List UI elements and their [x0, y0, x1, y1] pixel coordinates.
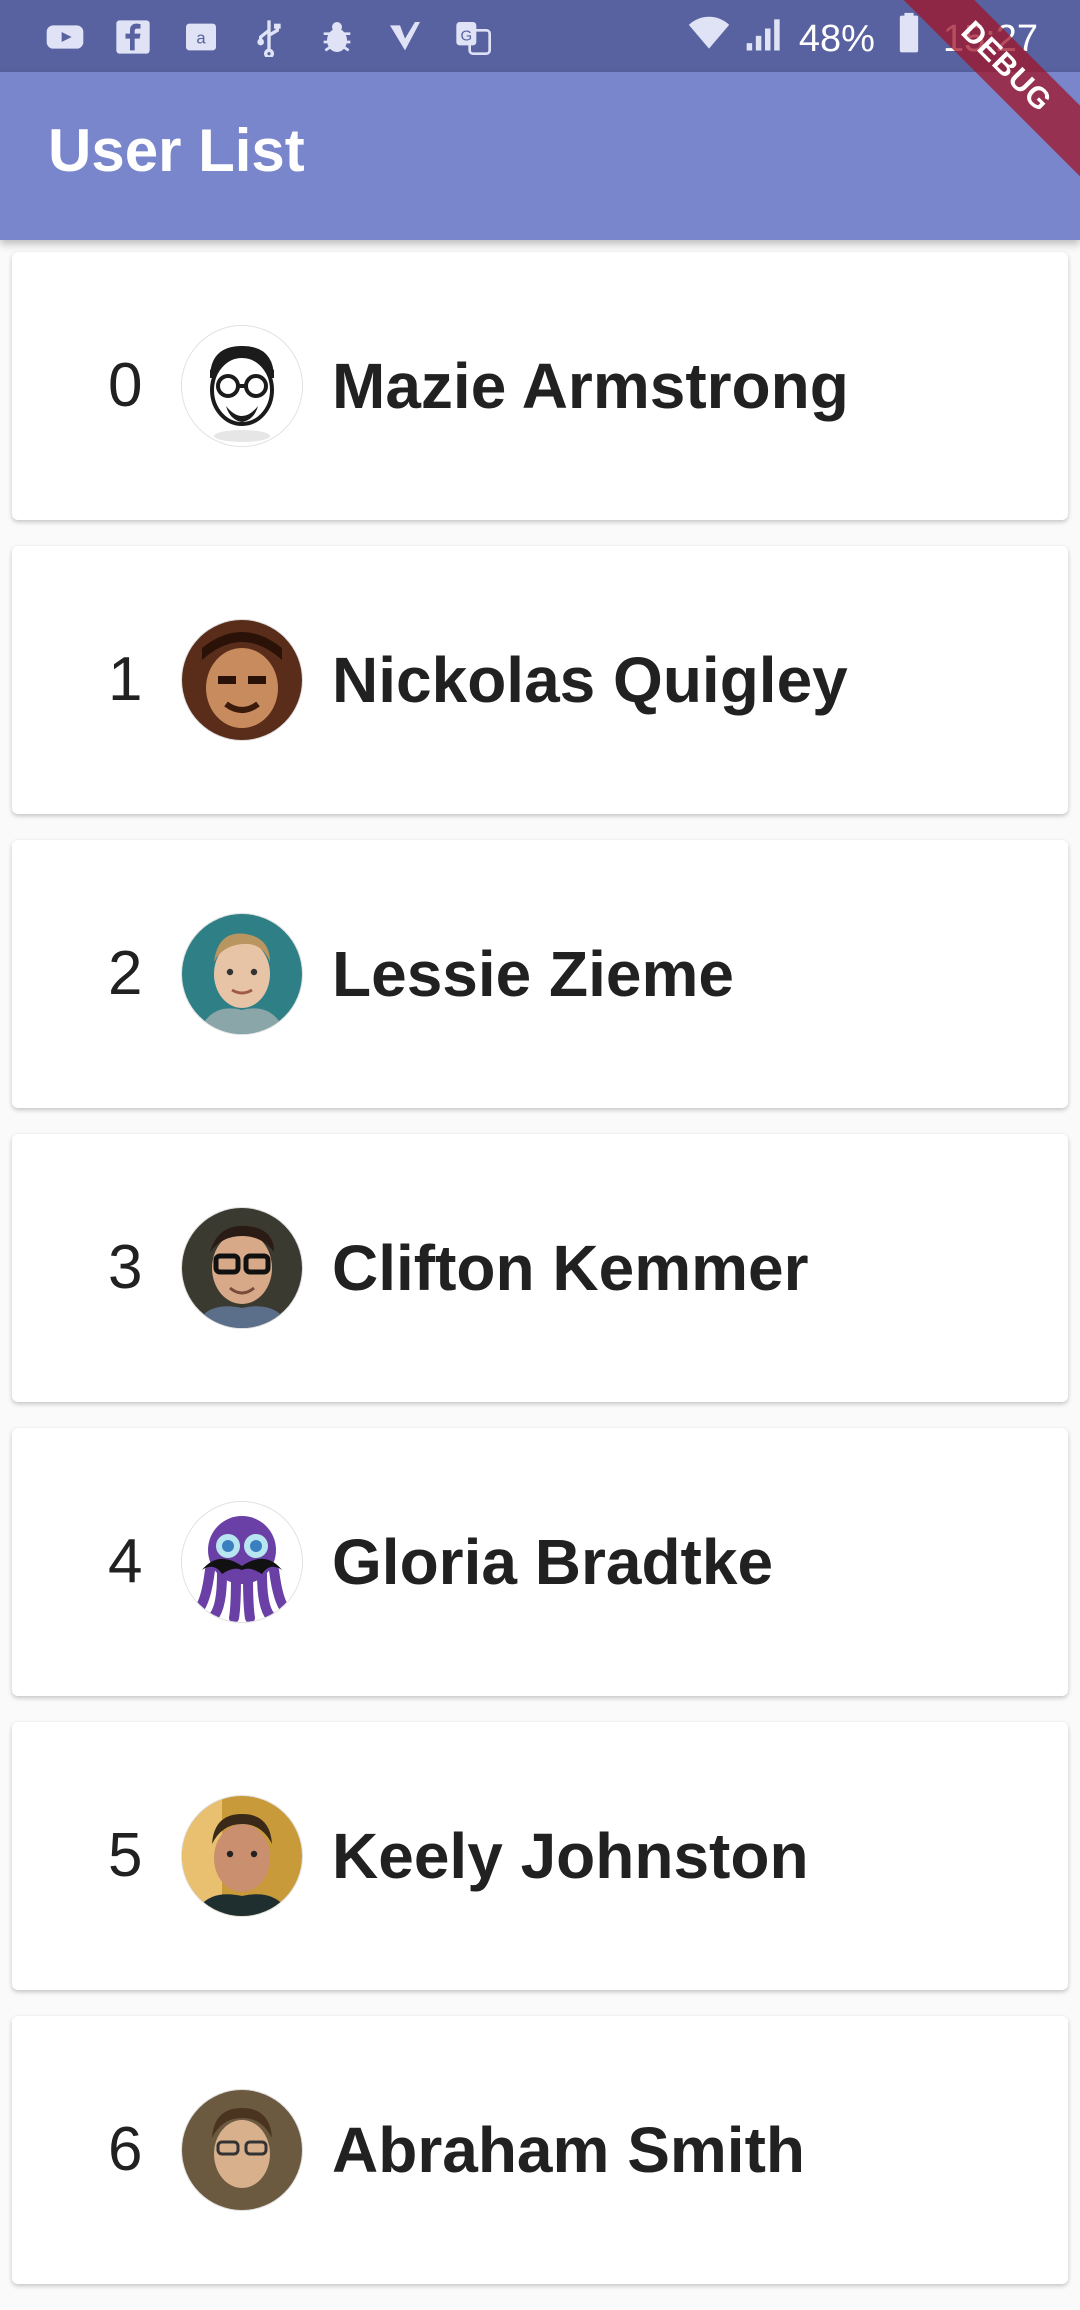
photo-avatar-icon [182, 2090, 302, 2210]
amazon-icon: a [178, 14, 224, 60]
user-name: Gloria Bradtke [332, 1526, 774, 1598]
debug-label: DEBUG [889, 0, 1080, 184]
cartoon-glasses-beard-avatar-icon [182, 326, 302, 446]
list-item[interactable]: 6 Abraham Smith [12, 2016, 1068, 2284]
list-item[interactable]: 2 Lessie Zieme [12, 840, 1068, 1108]
user-name: Lessie Zieme [332, 938, 734, 1010]
debug-banner: DEBUG [880, 0, 1080, 200]
user-name: Keely Johnston [332, 1820, 809, 1892]
user-index: 0 [108, 351, 143, 420]
user-index: 4 [108, 1527, 143, 1596]
photo-avatar-icon [182, 1796, 302, 1916]
list-item[interactable]: 0 Mazie Armstrong [12, 252, 1068, 520]
youtube-icon [42, 14, 88, 60]
user-index: 1 [108, 645, 143, 714]
bug-icon [314, 14, 360, 60]
list-item[interactable]: 5 Keely Johnston [12, 1722, 1068, 1990]
usb-icon [246, 14, 292, 60]
svg-text:a: a [196, 29, 206, 48]
user-index: 6 [108, 2115, 143, 2184]
photo-avatar-icon [182, 1208, 302, 1328]
user-name: Mazie Armstrong [332, 350, 849, 422]
signal-icon [743, 12, 787, 66]
user-name: Abraham Smith [332, 2114, 805, 2186]
user-name: Nickolas Quigley [332, 644, 848, 716]
photo-avatar-icon [182, 914, 302, 1034]
list-item[interactable]: 1 Nickolas Quigley [12, 546, 1068, 814]
list-item[interactable]: 4 Gloria Bradtke [12, 1428, 1068, 1696]
notification-icons: a G [42, 14, 496, 60]
svg-text:G: G [460, 27, 472, 44]
list-item[interactable]: 3 Clifton Kemmer [12, 1134, 1068, 1402]
wifi-icon [687, 12, 731, 66]
user-index: 3 [108, 1233, 143, 1302]
page-title: User List [48, 117, 305, 184]
octopus-avatar-icon [182, 1502, 302, 1622]
user-index: 5 [108, 1821, 143, 1890]
photo-avatar-icon [182, 620, 302, 740]
battery-percent: 48% [798, 17, 875, 60]
translate-icon: G [450, 14, 496, 60]
facebook-icon [110, 14, 156, 60]
user-name: Clifton Kemmer [332, 1232, 809, 1304]
check-icon [382, 14, 428, 60]
user-list[interactable]: 0 Mazie Armstrong 1 Nickolas Quigley 2 L… [12, 252, 1068, 2310]
user-index: 2 [108, 939, 143, 1008]
